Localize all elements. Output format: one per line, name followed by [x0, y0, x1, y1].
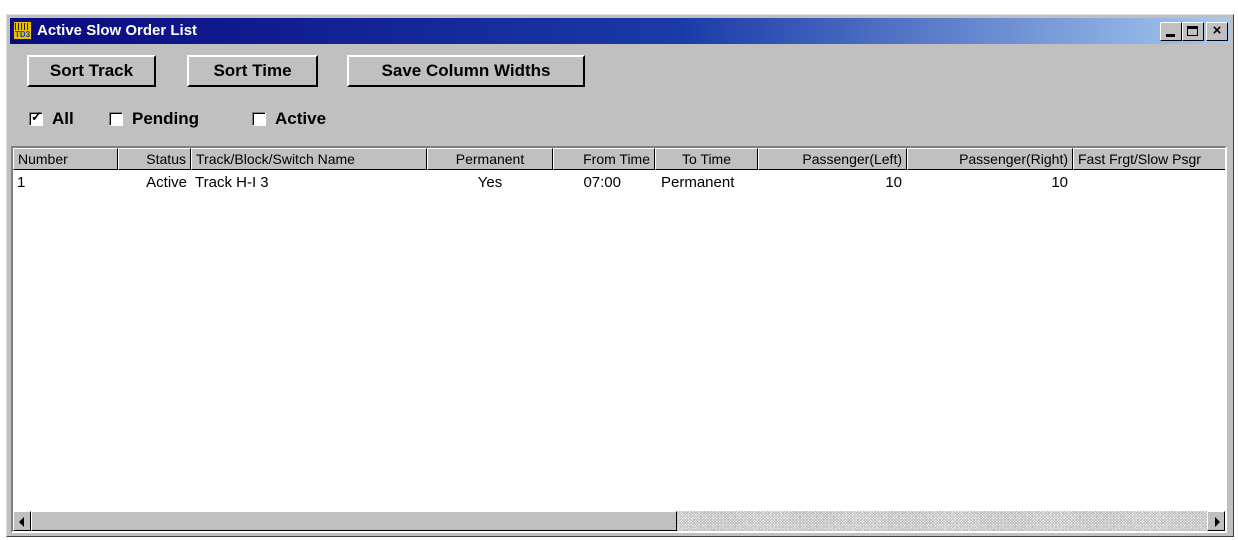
table-header: Number Status Track/Block/Switch Name Pe…	[13, 148, 1225, 170]
arrow-left-icon	[19, 517, 24, 527]
horizontal-scrollbar[interactable]	[13, 511, 1225, 531]
sort-time-button[interactable]: Sort Time	[187, 55, 318, 87]
cell-name: Track H-I 3	[195, 174, 269, 191]
filter-pending-checkbox[interactable]: Pending	[109, 108, 199, 130]
column-header-passenger-right[interactable]: Passenger(Right)	[907, 148, 1073, 170]
scrollbar-thumb[interactable]	[31, 511, 677, 531]
cell-number: 1	[17, 174, 26, 191]
app-icon[interactable]: TD3	[13, 21, 32, 40]
column-header-number[interactable]: Number	[13, 148, 118, 170]
cell-from-time: 07:00	[583, 174, 621, 191]
cell-passenger-left: 10	[885, 174, 902, 191]
column-header-fast-frgt[interactable]: Fast Frgt/Slow Psgr	[1073, 148, 1225, 170]
scroll-left-button[interactable]	[13, 511, 31, 531]
cell-passenger-right: 10	[1051, 174, 1068, 191]
checkbox-box[interactable]: ✓	[29, 109, 43, 126]
slow-order-table[interactable]: Number Status Track/Block/Switch Name Pe…	[11, 146, 1227, 533]
filter-pending-label: Pending	[132, 109, 200, 128]
save-column-widths-button[interactable]: Save Column Widths	[347, 55, 585, 87]
maximize-button[interactable]	[1182, 22, 1204, 41]
column-header-permanent[interactable]: Permanent	[427, 148, 553, 170]
minimize-button[interactable]	[1160, 22, 1182, 41]
check-icon: ✓	[31, 109, 42, 124]
column-header-status[interactable]: Status	[118, 148, 191, 170]
cell-status: Active	[146, 174, 187, 191]
minimize-icon	[1166, 34, 1175, 37]
column-header-from-time[interactable]: From Time	[553, 148, 655, 170]
sort-track-button[interactable]: Sort Track	[27, 55, 156, 87]
checkbox-box[interactable]	[252, 112, 266, 126]
column-header-to-time[interactable]: To Time	[655, 148, 758, 170]
app-icon-text: TD3	[14, 30, 31, 39]
cell-to-time: Permanent	[661, 174, 735, 191]
title-bar[interactable]: TD3 Active Slow Order List ×	[10, 18, 1230, 44]
checkbox-box[interactable]	[109, 112, 123, 126]
column-header-passenger-left[interactable]: Passenger(Left)	[758, 148, 907, 170]
scroll-right-button[interactable]	[1207, 511, 1225, 531]
window-title: Active Slow Order List	[37, 22, 198, 39]
filter-active-label: Active	[275, 109, 327, 128]
close-icon: ×	[1212, 22, 1222, 39]
close-button[interactable]: ×	[1206, 22, 1228, 41]
cell-permanent: Yes	[477, 174, 503, 191]
column-header-name[interactable]: Track/Block/Switch Name	[191, 148, 427, 170]
filter-active-checkbox[interactable]: Active	[252, 108, 326, 130]
slow-order-window: TD3 Active Slow Order List × Sort Track …	[6, 14, 1234, 537]
maximize-icon	[1187, 26, 1198, 36]
filter-all-checkbox[interactable]: ✓ All	[29, 108, 74, 130]
filter-all-label: All	[52, 109, 74, 128]
arrow-right-icon	[1215, 517, 1220, 527]
